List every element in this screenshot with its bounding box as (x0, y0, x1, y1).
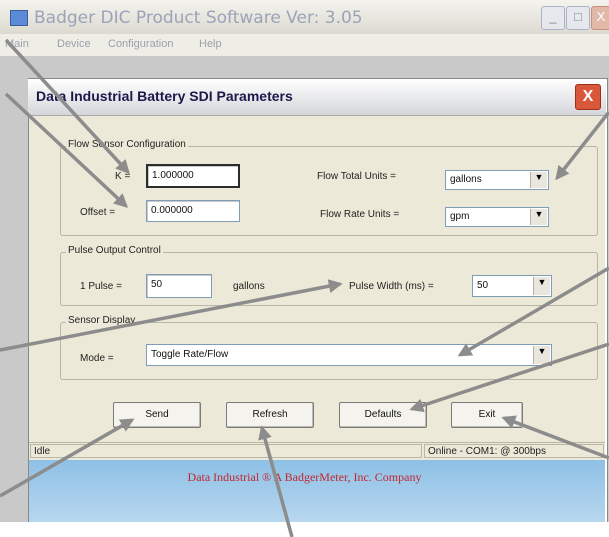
k-label: K = (115, 171, 131, 182)
pulse-width-select[interactable]: 50 ▼ (472, 275, 552, 297)
pulse-label: 1 Pulse = (80, 281, 122, 292)
offset-input[interactable]: 0.000000 (146, 200, 240, 222)
menu-help[interactable]: Help (199, 38, 222, 50)
k-input[interactable]: 1.000000 (146, 164, 240, 188)
pulse-input[interactable]: 50 (146, 274, 212, 298)
chevron-down-icon[interactable]: ▼ (533, 346, 550, 364)
menu-configuration[interactable]: Configuration (108, 38, 173, 50)
status-idle: Idle (30, 444, 422, 458)
offset-label: Offset = (80, 207, 116, 218)
mode-label: Mode = (80, 353, 114, 364)
flow-total-units-value: gallons (450, 174, 482, 185)
minimize-icon[interactable]: _ (541, 6, 565, 30)
flow-rate-units-select[interactable]: gpm ▼ (445, 207, 549, 227)
flow-total-units-select[interactable]: gallons ▼ (445, 170, 549, 190)
menu-device[interactable]: Device (57, 38, 91, 50)
exit-button[interactable]: Exit (451, 402, 523, 428)
close-icon[interactable]: X (591, 6, 609, 30)
app-title: Badger DIC Product Software Ver: 3.05 (34, 8, 363, 28)
mode-value: Toggle Rate/Flow (151, 349, 229, 360)
pulse-width-label: Pulse Width (ms) = (349, 281, 434, 292)
flow-rate-units-value: gpm (450, 211, 470, 222)
send-button[interactable]: Send (113, 402, 201, 428)
chevron-down-icon[interactable]: ▼ (533, 277, 550, 295)
pulse-output-group-label: Pulse Output Control (66, 245, 163, 256)
refresh-button[interactable]: Refresh (226, 402, 314, 428)
app-icon (10, 10, 28, 26)
sensor-display-group-label: Sensor Display (66, 315, 138, 326)
menu-bar (0, 34, 609, 56)
chevron-down-icon[interactable]: ▼ (530, 209, 547, 225)
mode-select[interactable]: Toggle Rate/Flow ▼ (146, 344, 552, 366)
pulse-width-value: 50 (477, 280, 489, 291)
pulse-units-label: gallons (233, 281, 265, 292)
flow-sensor-group-label: Flow Sensor Configuration (66, 139, 188, 150)
defaults-button[interactable]: Defaults (339, 402, 427, 428)
flow-total-units-label: Flow Total Units = (317, 171, 397, 182)
chevron-down-icon[interactable]: ▼ (530, 172, 547, 188)
maximize-icon[interactable]: □ (566, 6, 590, 30)
dialog-title: Data Industrial Battery SDI Parameters (36, 88, 293, 104)
menu-main[interactable]: Main (5, 38, 29, 50)
dialog-close-button[interactable]: X (575, 84, 601, 110)
bottom-margin (0, 522, 609, 537)
status-connection: Online - COM1: @ 300bps (424, 444, 604, 458)
footer-company: Data Industrial ® A BadgerMeter, Inc. Co… (187, 470, 422, 484)
flow-rate-units-label: Flow Rate Units = (320, 209, 400, 220)
